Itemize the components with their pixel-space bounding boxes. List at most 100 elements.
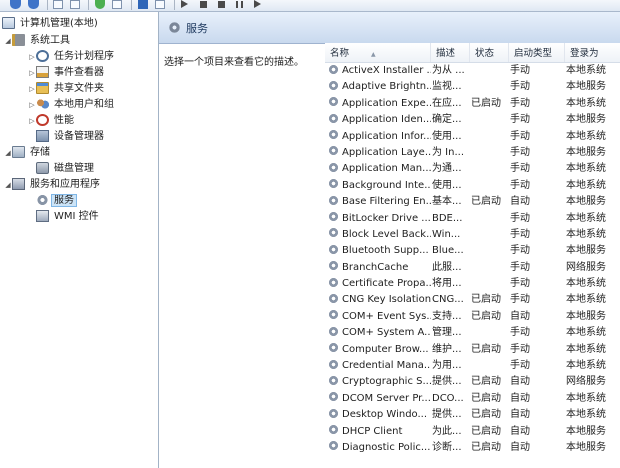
service-name-cell: Desktop Windo... [328, 407, 431, 423]
column-status-header[interactable]: 状态 [470, 43, 509, 62]
table-row[interactable]: Credential Mana... 为用... 手动 本地系统 [325, 358, 620, 374]
tree-item-system-tools[interactable]: ◢ 系统工具 [4, 33, 72, 49]
service-name-cell: Bluetooth Supp... [328, 243, 431, 259]
service-name-cell: Computer Brow... [328, 342, 431, 358]
service-status: 已启动 [471, 294, 501, 306]
refresh-icon[interactable] [95, 0, 105, 9]
table-row[interactable]: Application Infor... 使用... 手动 本地系统 [325, 129, 620, 145]
service-logon-as: 本地系统 [566, 179, 606, 191]
table-row[interactable]: Computer Brow... 维护... 已启动 手动 本地系统 [325, 342, 620, 358]
service-startup-type: 手动 [510, 212, 530, 224]
service-name-cell: Application Laye... [328, 145, 431, 161]
service-name-cell: BranchCache [328, 260, 431, 276]
table-row[interactable]: Bluetooth Supp... Blue... 手动 本地服务 [325, 243, 620, 259]
table-row[interactable]: Application Expe... 在应... 已启动 手动 本地系统 [325, 96, 620, 112]
tree-item-storage[interactable]: ◢ 存储 [4, 145, 52, 161]
service-description: CNG... [432, 294, 464, 306]
table-row[interactable]: Cryptographic S... 提供... 已启动 自动 网络服务 [325, 374, 620, 390]
expanded-triangle-icon[interactable]: ◢ [4, 177, 12, 193]
collapsed-triangle-icon[interactable]: ▷ [28, 81, 36, 97]
table-row[interactable]: Application Man... 为通... 手动 本地系统 [325, 161, 620, 177]
table-row[interactable]: Adaptive Brightn... 监视... 手动 本地服务 [325, 79, 620, 95]
table-row[interactable]: Diagnostic Polic... 诊断... 已启动 自动 本地服务 [325, 440, 620, 456]
tree-root-computer-management[interactable]: 计算机管理(本地) [2, 16, 100, 32]
toolbar [0, 0, 620, 12]
tree-item-services[interactable]: 服务 [36, 193, 77, 209]
properties-icon[interactable] [155, 0, 165, 9]
tree-item-wmi-control[interactable]: WMI 控件 [36, 209, 101, 225]
collapsed-triangle-icon[interactable]: ▷ [28, 97, 36, 113]
service-status: 已启动 [471, 392, 501, 404]
table-row[interactable]: COM+ Event Sys... 支持... 已启动 自动 本地服务 [325, 309, 620, 325]
panel-title: 服务 [186, 22, 208, 35]
collapsed-triangle-icon[interactable]: ▷ [28, 49, 36, 65]
services-apps-icon [12, 178, 25, 190]
pause-service-icon[interactable] [236, 1, 243, 8]
table-row[interactable]: COM+ System A... 管理... 手动 本地系统 [325, 325, 620, 341]
service-name: Adaptive Brightn... [342, 81, 431, 93]
tree-item-event-viewer[interactable]: ▷ 事件查看器 [28, 65, 106, 81]
tree-item-disk-management[interactable]: 磁盘管理 [36, 161, 96, 177]
service-startup-type: 自动 [510, 310, 530, 322]
service-name: Credential Mana... [342, 360, 431, 372]
service-logon-as: 本地系统 [566, 360, 606, 372]
tree-item-local-users-groups[interactable]: ▷ 本地用户和组 [28, 97, 116, 113]
table-row[interactable]: DHCP Client 为此... 已启动 自动 本地服务 [325, 424, 620, 440]
service-name: Application Man... [342, 163, 431, 175]
stop-icon[interactable] [218, 1, 225, 8]
table-row[interactable]: ActiveX Installer ... 为从 ... 手动 本地系统 [325, 63, 620, 79]
show-hide-tree-icon[interactable] [70, 0, 80, 9]
service-name-cell: ActiveX Installer ... [328, 63, 431, 79]
forward-arrow-icon[interactable] [28, 0, 39, 9]
stop-service-icon[interactable] [200, 1, 207, 8]
table-row[interactable]: Application Laye... 为 In... 手动 本地服务 [325, 145, 620, 161]
table-row[interactable]: Base Filtering En... 基本... 已启动 自动 本地服务 [325, 194, 620, 210]
table-row[interactable]: DCOM Server Pr... DCO... 已启动 自动 本地系统 [325, 391, 620, 407]
column-logon-header[interactable]: 登录为 [565, 43, 620, 62]
service-logon-as: 网络服务 [566, 376, 606, 388]
service-gear-icon [328, 211, 339, 223]
table-row[interactable]: BranchCache 此服... 手动 网络服务 [325, 260, 620, 276]
tree-item-performance[interactable]: ▷ 性能 [28, 113, 76, 129]
back-arrow-icon[interactable] [10, 0, 21, 9]
table-row[interactable]: Certificate Propa... 将用... 手动 本地系统 [325, 276, 620, 292]
expanded-triangle-icon[interactable]: ◢ [4, 145, 12, 161]
help-icon[interactable] [138, 0, 148, 9]
service-logon-as: 本地服务 [566, 196, 606, 208]
services-rows: ActiveX Installer ... 为从 ... 手动 本地系统 Adaptiv… [325, 63, 620, 456]
column-desc-header[interactable]: 描述 [431, 43, 470, 62]
table-row[interactable]: Background Inte... 使用... 手动 本地系统 [325, 178, 620, 194]
service-gear-icon [328, 145, 339, 157]
collapsed-triangle-icon[interactable]: ▷ [28, 113, 36, 129]
up-level-icon[interactable] [53, 0, 63, 9]
column-name-header[interactable]: 名称 ▲ [325, 43, 431, 62]
start-service-icon[interactable] [181, 0, 188, 8]
collapsed-triangle-icon[interactable]: ▷ [28, 65, 36, 81]
computer-management-icon [2, 17, 15, 29]
service-startup-type: 手动 [510, 278, 530, 290]
service-gear-icon [328, 96, 339, 108]
table-row[interactable]: Desktop Windo... 提供... 已启动 自动 本地系统 [325, 407, 620, 423]
table-row[interactable]: Block Level Back... Win... 手动 本地系统 [325, 227, 620, 243]
tree-item-services-applications[interactable]: ◢ 服务和应用程序 [4, 177, 102, 193]
services-header: 服务 [159, 12, 620, 44]
service-description: 维护... [432, 343, 462, 355]
service-status: 已启动 [471, 376, 501, 388]
restart-service-icon[interactable] [254, 0, 261, 8]
service-description: 使用... [432, 130, 462, 142]
service-gear-icon [328, 342, 339, 354]
column-startup-header[interactable]: 启动类型 [509, 43, 565, 62]
tree-item-task-scheduler[interactable]: ▷ 任务计划程序 [28, 49, 116, 65]
service-description: 监视... [432, 81, 462, 93]
column-header-row: 名称 ▲ 描述 状态 启动类型 登录为 [325, 43, 620, 63]
table-row[interactable]: Application Iden... 确定... 手动 本地服务 [325, 112, 620, 128]
tree-item-shared-folders[interactable]: ▷ 共享文件夹 [28, 81, 106, 97]
tree-item-device-manager[interactable]: 设备管理器 [36, 129, 106, 145]
service-logon-as: 本地系统 [566, 392, 606, 404]
service-startup-type: 自动 [510, 392, 530, 404]
service-logon-as: 本地系统 [566, 212, 606, 224]
table-row[interactable]: CNG Key Isolation CNG... 已启动 手动 本地系统 [325, 292, 620, 308]
expanded-triangle-icon[interactable]: ◢ [4, 33, 12, 49]
export-list-icon[interactable] [112, 0, 122, 9]
table-row[interactable]: BitLocker Drive ... BDE... 手动 本地系统 [325, 211, 620, 227]
